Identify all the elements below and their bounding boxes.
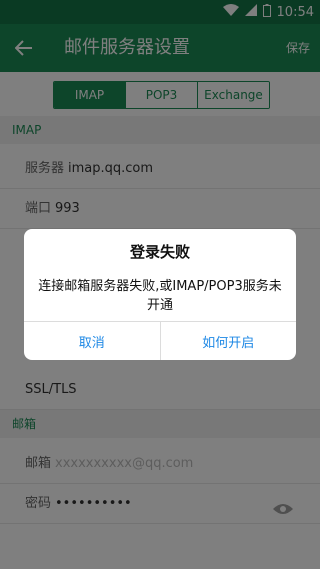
- dialog-message: 连接邮箱服务器失败,或IMAP/POP3服务未开通: [38, 279, 282, 313]
- cancel-button[interactable]: 取消: [24, 322, 161, 360]
- how-to-enable-button[interactable]: 如何开启: [161, 322, 297, 360]
- dialog-buttons: 取消 如何开启: [24, 322, 296, 360]
- dialog-title: 登录失败: [129, 243, 190, 261]
- login-failed-dialog: 登录失败 连接邮箱服务器失败,或IMAP/POP3服务未开通 取消 如何开启: [24, 229, 296, 360]
